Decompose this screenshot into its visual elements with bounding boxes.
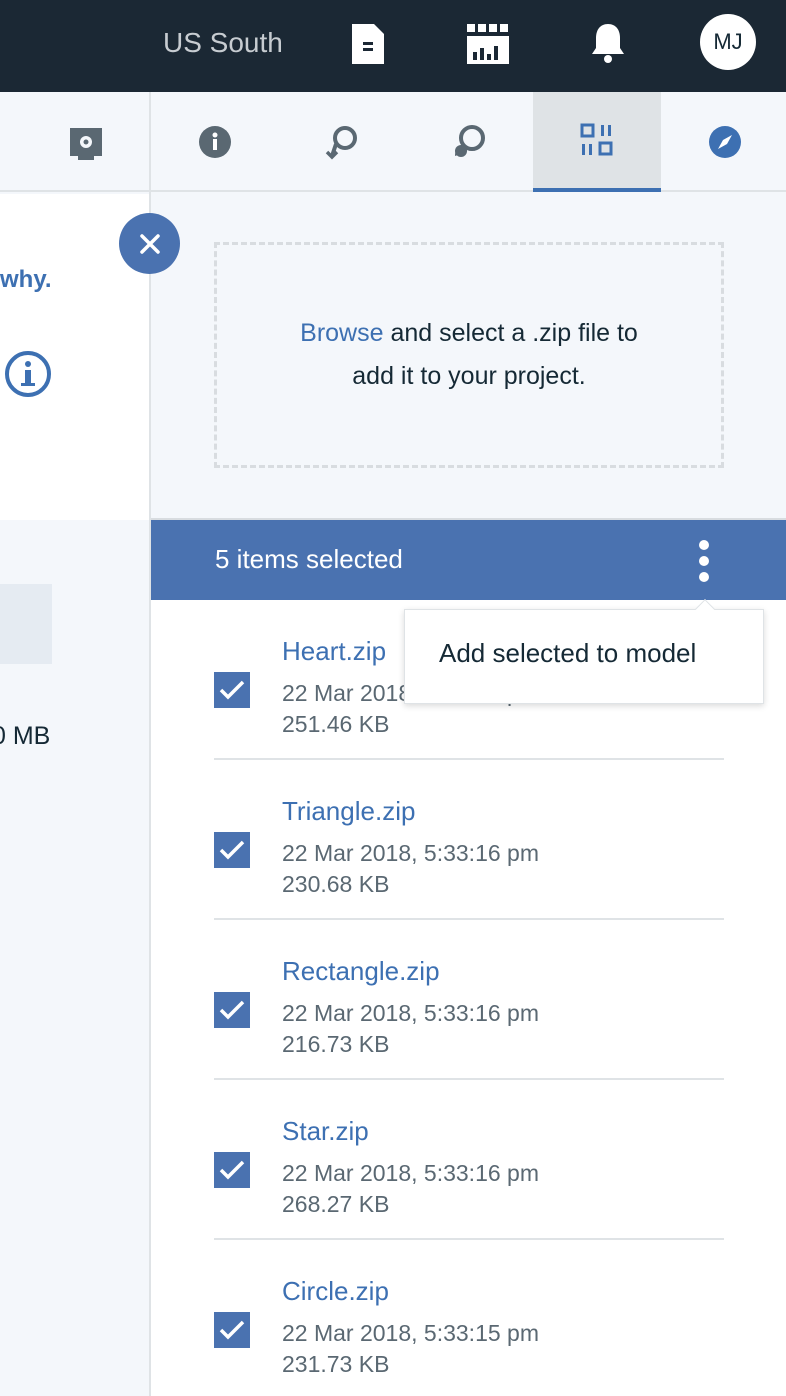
storage-size: 0 MB (0, 722, 51, 750)
file-date: 22 Mar 2018, 5:33:16 pm (282, 1160, 539, 1186)
dropzone-text: Browse and select a .zip file to add it … (300, 312, 638, 398)
file-list: Heart.zip 22 Mar 2018, 5:33:16 pm 251.46… (151, 600, 786, 1396)
overflow-menu: Add selected to model (404, 599, 764, 704)
dashboard-icon[interactable] (467, 24, 509, 64)
checkbox-checked[interactable] (214, 672, 250, 708)
info-icon (199, 126, 231, 158)
list-item[interactable]: Rectangle.zip 22 Mar 2018, 5:33:16 pm 21… (214, 920, 724, 1080)
checkbox-checked[interactable] (214, 1152, 250, 1188)
search-back-icon (325, 126, 357, 160)
file-size: 230.68 KB (282, 871, 390, 897)
file-date: 22 Mar 2018, 5:33:16 pm (282, 1000, 539, 1026)
list-item[interactable]: Triangle.zip 22 Mar 2018, 5:33:16 pm 230… (214, 760, 724, 920)
left-tabbar (0, 92, 149, 192)
compass-icon (709, 126, 741, 158)
document-icon[interactable] (352, 24, 384, 64)
storage-icon[interactable] (68, 126, 104, 162)
checkmark-icon (219, 1160, 245, 1180)
why-link[interactable]: why. (0, 266, 52, 294)
notifications-bell-icon[interactable] (590, 22, 626, 64)
selection-count: 5 items selected (215, 544, 403, 574)
file-name-link[interactable]: Rectangle.zip (282, 956, 440, 987)
data-assets-icon (580, 123, 613, 156)
list-item[interactable]: Star.zip 22 Mar 2018, 5:33:16 pm 268.27 … (214, 1080, 724, 1240)
chat-icon (455, 125, 485, 157)
dropzone-instruction: and select a .zip file to (383, 319, 638, 347)
browse-link[interactable]: Browse (300, 319, 383, 347)
tab-data-assets[interactable] (533, 92, 661, 192)
menu-item-add-to-model[interactable]: Add selected to model (439, 638, 696, 669)
file-dropzone[interactable]: Browse and select a .zip file to add it … (214, 242, 724, 468)
user-avatar[interactable]: MJ (700, 14, 756, 70)
info-outline-icon[interactable] (4, 350, 52, 398)
tab-info[interactable] (151, 92, 279, 192)
file-size: 231.73 KB (282, 1351, 390, 1377)
file-size: 216.73 KB (282, 1031, 390, 1057)
right-tabbar (151, 92, 786, 192)
tab-search-back[interactable] (278, 92, 406, 192)
left-field-box (0, 584, 52, 664)
left-panel: why. 0 MB (0, 92, 149, 1396)
file-size: 251.46 KB (282, 711, 390, 737)
checkmark-icon (219, 680, 245, 700)
close-icon (139, 233, 160, 254)
close-button[interactable] (119, 213, 180, 274)
checkmark-icon (219, 1000, 245, 1020)
file-name-link[interactable]: Triangle.zip (282, 796, 415, 827)
checkbox-checked[interactable] (214, 832, 250, 868)
file-name-link[interactable]: Heart.zip (282, 636, 386, 667)
checkmark-icon (219, 1320, 245, 1340)
checkbox-checked[interactable] (214, 992, 250, 1028)
top-navigation-bar: US South MJ (0, 0, 786, 92)
file-name-link[interactable]: Star.zip (282, 1116, 369, 1147)
file-name-link[interactable]: Circle.zip (282, 1276, 389, 1307)
file-size: 268.27 KB (282, 1191, 390, 1217)
file-date: 22 Mar 2018, 5:33:15 pm (282, 1320, 539, 1346)
list-item[interactable]: Circle.zip 22 Mar 2018, 5:33:15 pm 231.7… (214, 1240, 724, 1396)
checkmark-icon (219, 840, 245, 860)
tab-compass[interactable] (661, 92, 786, 192)
file-date: 22 Mar 2018, 5:33:16 pm (282, 840, 539, 866)
checkbox-checked[interactable] (214, 1312, 250, 1348)
selection-toolbar: 5 items selected (151, 518, 786, 600)
overflow-menu-icon[interactable] (695, 540, 713, 586)
tab-chat[interactable] (405, 92, 533, 192)
dropzone-instruction-2: add it to your project. (352, 362, 586, 390)
region-selector[interactable]: US South (163, 26, 283, 60)
